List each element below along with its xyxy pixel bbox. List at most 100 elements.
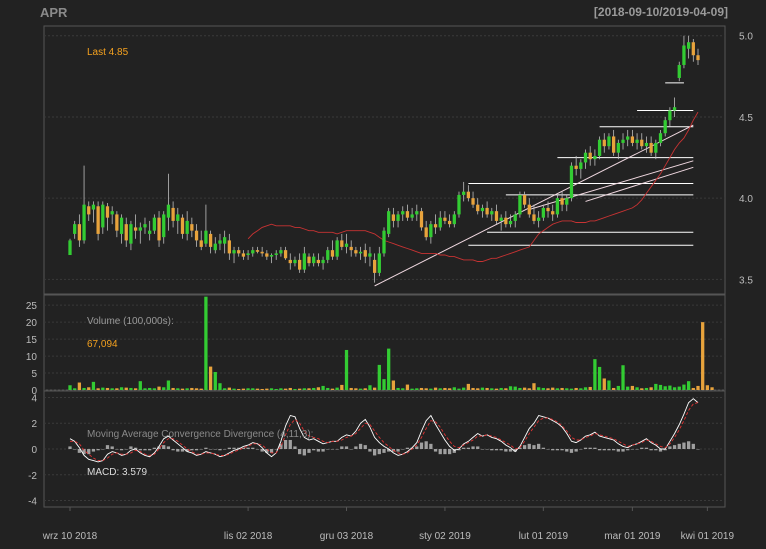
macd-histogram-bar [626,449,630,451]
x-tick-label: lis 02 2018 [224,531,273,542]
macd-histogram-bar [119,449,124,451]
candle-body [87,206,91,215]
macd-histogram-bar [255,449,260,450]
candle-body [382,230,386,254]
volume-bar [105,387,110,390]
macd-histogram-bar [588,447,592,449]
candle-body [447,220,452,225]
candle-body [180,217,185,234]
candle-body [630,136,635,143]
volume-bar [419,387,424,390]
x-tick-label: kwi 01 2019 [681,531,735,542]
macd-histogram-bar [101,449,105,450]
macd-histogram-bar [349,449,353,450]
macd-histogram-bar [424,441,428,449]
volume-bar [710,387,714,390]
last-price-label: Last 4.85 [87,47,129,58]
macd-histogram-bar [480,449,485,450]
vol-y-tick-label: 15 [26,335,38,346]
macd-histogram-bar [635,449,639,450]
volume-bar [527,388,531,390]
volume-bar [476,388,480,390]
volume-bar [597,366,602,390]
volume-bar [635,387,639,390]
candle-body [429,224,433,238]
macd-histogram-bar [251,447,255,449]
candle-body [569,165,574,199]
volume-bar [522,387,527,390]
volume-bar [452,387,456,390]
volume-bar [162,387,166,390]
volume-bar [541,387,545,390]
candle-body [335,240,339,257]
volume-bar [583,387,588,390]
volume-bar [443,387,447,390]
candle-body [279,250,283,254]
macd-value: MACD: 3.579 [87,467,147,478]
volume-bar [607,380,611,390]
macd-y-tick-label: 4 [31,393,37,404]
volume-bar [298,388,302,390]
candle-body [96,206,100,234]
macd-histogram-bar [490,449,494,451]
macd-histogram-bar [682,442,686,449]
macd-histogram-bar [462,447,466,449]
macd-histogram-bar [691,443,695,449]
volume-bar [312,387,316,390]
volume-bar [532,383,536,390]
macd-histogram-bar [330,449,335,450]
candle-body [677,64,681,78]
volume-bar [274,388,278,390]
x-tick-label: gru 03 2018 [320,531,374,542]
macd-y-tick-label: 0 [31,445,37,456]
volume-bar [457,388,461,390]
macd-histogram-bar [194,449,199,451]
volume-bar [668,385,672,390]
candle-body [208,233,213,247]
candle-body [77,224,82,241]
macd-histogram-bar [176,449,180,452]
candle-body [621,139,625,143]
volume-bar [330,388,335,390]
volume-bar [171,387,175,390]
volume-bar [77,382,82,390]
macd-histogram-bar [218,449,222,451]
volume-bar [148,387,152,390]
volume-bar [621,365,625,390]
macd-histogram-bar [363,445,367,449]
macd-histogram-bar [180,449,185,452]
candle-body [227,240,231,254]
macd-histogram-bar [485,449,489,450]
macd-histogram-bar [443,449,447,455]
volume-bar [551,387,555,390]
volume-bar [260,388,264,390]
volume-bar [269,388,274,390]
macd-histogram-bar [110,446,114,449]
candle-body [265,253,269,257]
volume-bar [696,385,700,390]
candle-body [583,152,588,163]
macd-histogram-bar [344,446,349,449]
macd-histogram-bar [283,439,288,449]
macd-histogram-bar [171,449,175,451]
volume-bar [579,388,583,390]
volume-bar [480,387,485,390]
volume-bar [705,385,710,390]
macd-histogram-bar [644,447,649,449]
volume-bar [569,388,574,390]
volume-bar [246,388,250,390]
macd-histogram-bar [593,447,597,449]
volume-bar [560,387,564,390]
volume-bar [157,386,161,390]
candle-body [654,142,658,153]
candle-body [274,253,278,256]
candle-body [668,110,672,121]
macd-histogram-bar [471,446,475,449]
macd-histogram-bar [307,449,311,453]
macd-histogram-bar [148,449,152,451]
volume-bar [340,384,344,390]
candle-body [401,211,405,215]
candle-body [349,246,353,251]
volume-bar [438,388,442,390]
volume-bar [663,386,667,390]
